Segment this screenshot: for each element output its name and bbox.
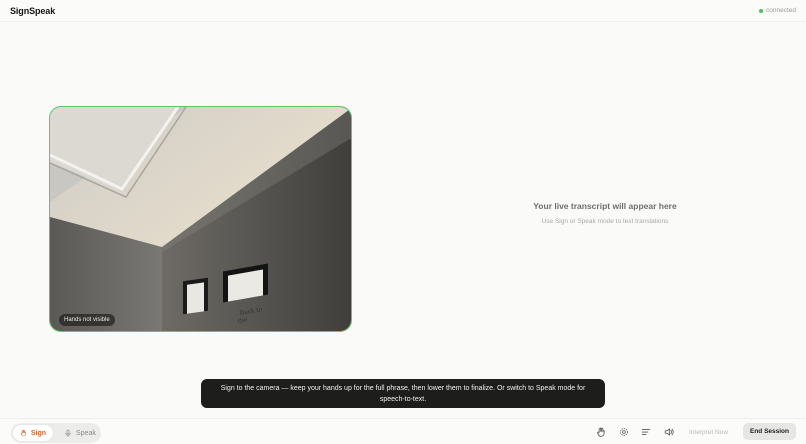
camera-preview: Back to the Hands not visible [49,106,352,332]
transcript-placeholder-title: Your live transcript will appear here [533,201,677,211]
hand-icon [597,427,605,437]
speak-mode-label: Speak [76,429,96,437]
gesture-toggle-button[interactable] [596,427,606,437]
top-bar: SignSpeak connected [0,0,806,22]
sign-mode-label: Sign [30,429,46,437]
settings-button[interactable] [619,427,629,437]
connection-status: connected [759,7,796,14]
mode-toggle: Sign Speak [11,423,101,443]
sign-mode-button[interactable]: Sign [13,425,53,441]
camera-feed-image: Back to the [50,107,351,331]
transcript-placeholder: Your live transcript will appear here Us… [500,201,710,225]
audio-button[interactable] [664,427,674,437]
text-lines-icon [641,429,651,435]
status-dot-icon [759,8,763,13]
instruction-toast: Sign to the camera — keep your hands up … [201,379,605,408]
gear-icon [620,428,628,436]
hands-status-badge: Hands not visible [59,314,115,326]
status-text: connected [766,7,796,14]
brand-logo: SignSpeak [10,6,56,16]
speaker-icon [664,428,674,436]
transcript-format-button[interactable] [641,427,651,437]
speak-mode-button[interactable]: Speak [57,425,103,441]
interpret-now-button[interactable]: Interpret Now [689,429,728,436]
microphone-icon [65,429,71,437]
hand-icon [20,429,26,437]
transcript-placeholder-subtitle: Use Sign or Speak mode to test translati… [541,218,669,225]
end-session-button[interactable]: End Session [743,423,796,440]
bottom-bar: Sign Speak Interpret Now End Session [0,418,806,444]
